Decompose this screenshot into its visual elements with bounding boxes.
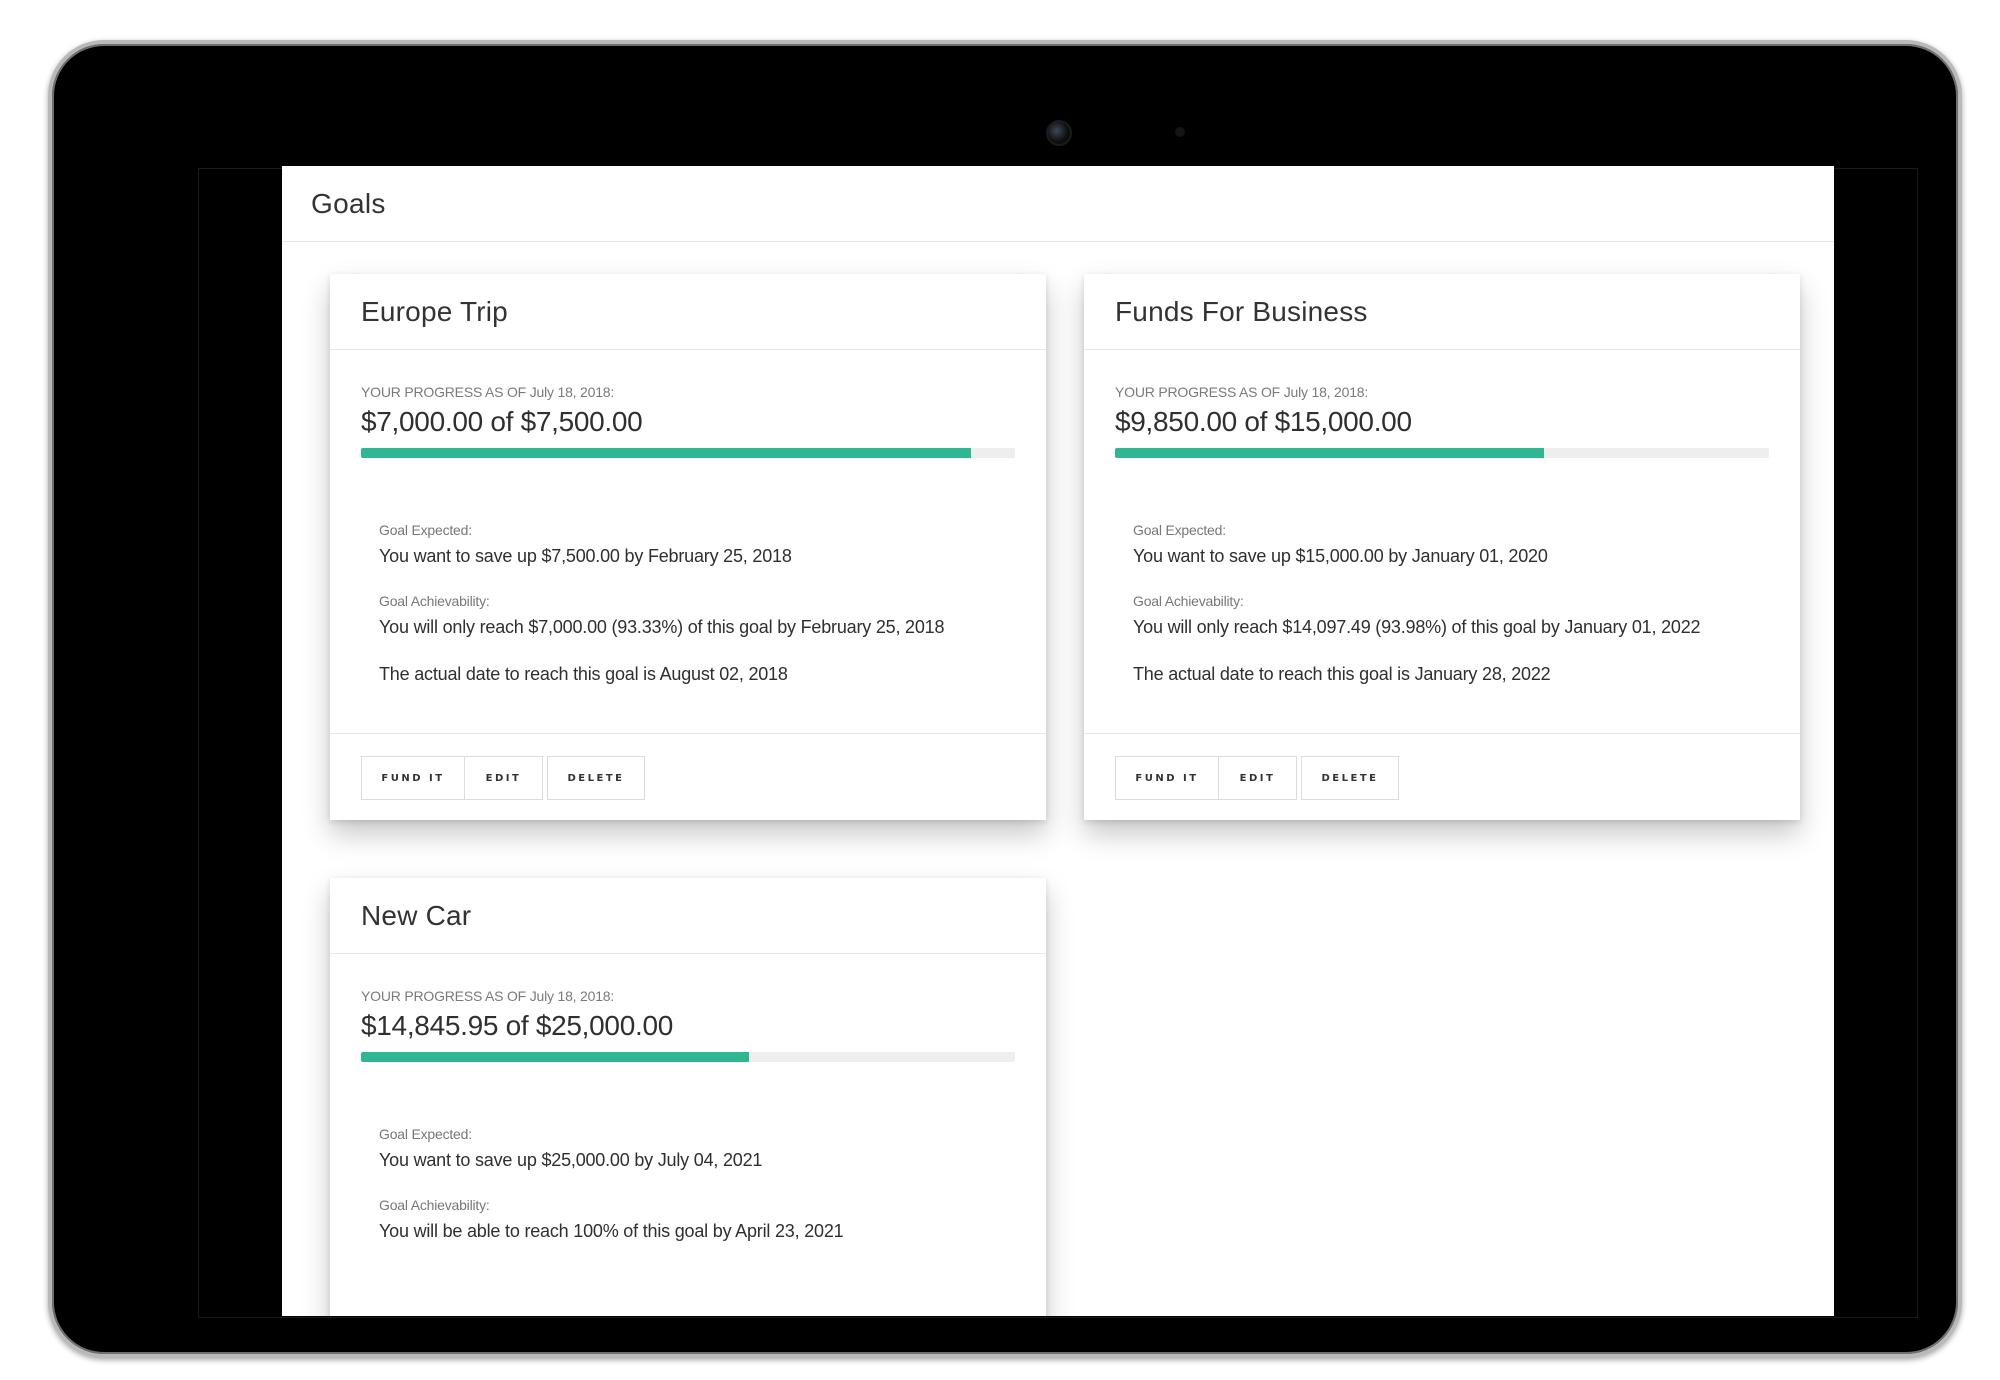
goal-card-europe-trip: Europe Trip YOUR PROGRESS AS OF July 18,… (330, 274, 1046, 820)
goal-achievability-block: Goal Achievability: You will be able to … (379, 1197, 1015, 1242)
progress-amount: $14,845.95 of $25,000.00 (361, 1010, 673, 1041)
progress-bar-fill (361, 448, 972, 458)
progress-bar (361, 448, 1015, 458)
page-header: Goals (282, 166, 1834, 242)
goal-card-actions: FUND IT EDIT DELETE (1084, 733, 1800, 820)
edit-button[interactable]: EDIT (464, 756, 543, 800)
goal-card-header: New Car (330, 878, 1046, 954)
delete-button[interactable]: DELETE (547, 756, 645, 800)
goal-details: Goal Expected: You want to save up $15,0… (1115, 458, 1769, 685)
goal-achievability-text: You will be able to reach 100% of this g… (379, 1221, 844, 1241)
fund-it-button[interactable]: FUND IT (361, 756, 465, 800)
edit-button[interactable]: EDIT (1218, 756, 1297, 800)
goal-title: New Car (361, 899, 472, 931)
goal-actual-date-text: The actual date to reach this goal is Au… (379, 664, 788, 684)
goal-achievability-text: You will only reach $14,097.49 (93.98%) … (1133, 617, 1701, 637)
goal-expected-label: Goal Expected: (379, 522, 472, 538)
progress-label: YOUR PROGRESS AS OF July 18, 2018: (361, 988, 615, 1004)
progress-amount: $7,000.00 of $7,500.00 (361, 406, 643, 437)
goal-title: Europe Trip (361, 295, 508, 327)
progress-label: YOUR PROGRESS AS OF July 18, 2018: (1115, 384, 1369, 400)
page-title: Goals (311, 187, 386, 219)
progress-bar (1115, 448, 1769, 458)
goal-achievability-block: Goal Achievability: You will only reach … (379, 593, 1015, 638)
goal-card-new-car: New Car YOUR PROGRESS AS OF July 18, 201… (330, 878, 1046, 1316)
goal-expected-text: You want to save up $15,000.00 by Januar… (1133, 546, 1548, 566)
delete-button[interactable]: DELETE (1301, 756, 1399, 800)
goal-card-body: YOUR PROGRESS AS OF July 18, 2018: $9,85… (1084, 350, 1800, 685)
goal-expected-text: You want to save up $25,000.00 by July 0… (379, 1150, 763, 1170)
goal-achievability-label: Goal Achievability: (1133, 593, 1244, 609)
goal-card-body: YOUR PROGRESS AS OF July 18, 2018: $14,8… (330, 954, 1046, 1242)
goal-card-header: Funds For Business (1084, 274, 1800, 350)
goal-card-funds-for-business: Funds For Business YOUR PROGRESS AS OF J… (1084, 274, 1800, 820)
goal-expected-text: You want to save up $7,500.00 by Februar… (379, 546, 792, 566)
goal-expected-block: Goal Expected: You want to save up $7,50… (379, 522, 1015, 567)
goal-achievability-label: Goal Achievability: (379, 1197, 490, 1213)
progress-label: YOUR PROGRESS AS OF July 18, 2018: (361, 384, 615, 400)
progress-amount: $9,850.00 of $15,000.00 (1115, 406, 1412, 437)
progress-bar-fill (361, 1052, 750, 1062)
goal-card-header: Europe Trip (330, 274, 1046, 350)
goal-details: Goal Expected: You want to save up $25,0… (361, 1062, 1015, 1242)
camera-icon (1046, 120, 1072, 146)
goal-card-body: YOUR PROGRESS AS OF July 18, 2018: $7,00… (330, 350, 1046, 685)
goal-expected-label: Goal Expected: (1133, 522, 1226, 538)
goal-achievability-label: Goal Achievability: (379, 593, 490, 609)
goal-card-actions: FUND IT EDIT DELETE (330, 733, 1046, 820)
goal-title: Funds For Business (1115, 295, 1368, 327)
goal-expected-block: Goal Expected: You want to save up $25,0… (379, 1126, 1015, 1171)
goal-expected-label: Goal Expected: (379, 1126, 472, 1142)
goal-expected-block: Goal Expected: You want to save up $15,0… (1133, 522, 1769, 567)
goal-achievability-block: Goal Achievability: You will only reach … (1133, 593, 1769, 638)
tablet-device-frame: Goals Europe Trip YOUR PROGRESS AS OF Ju… (48, 40, 1962, 1358)
sensor-icon (1175, 127, 1185, 137)
progress-bar-fill (1115, 448, 1545, 458)
progress-bar (361, 1052, 1015, 1062)
fund-it-button[interactable]: FUND IT (1115, 756, 1219, 800)
goal-actual-date-text: The actual date to reach this goal is Ja… (1133, 664, 1551, 684)
app-screen: Goals Europe Trip YOUR PROGRESS AS OF Ju… (282, 166, 1834, 1316)
goal-achievability-text: You will only reach $7,000.00 (93.33%) o… (379, 617, 945, 637)
goal-details: Goal Expected: You want to save up $7,50… (361, 458, 1015, 685)
